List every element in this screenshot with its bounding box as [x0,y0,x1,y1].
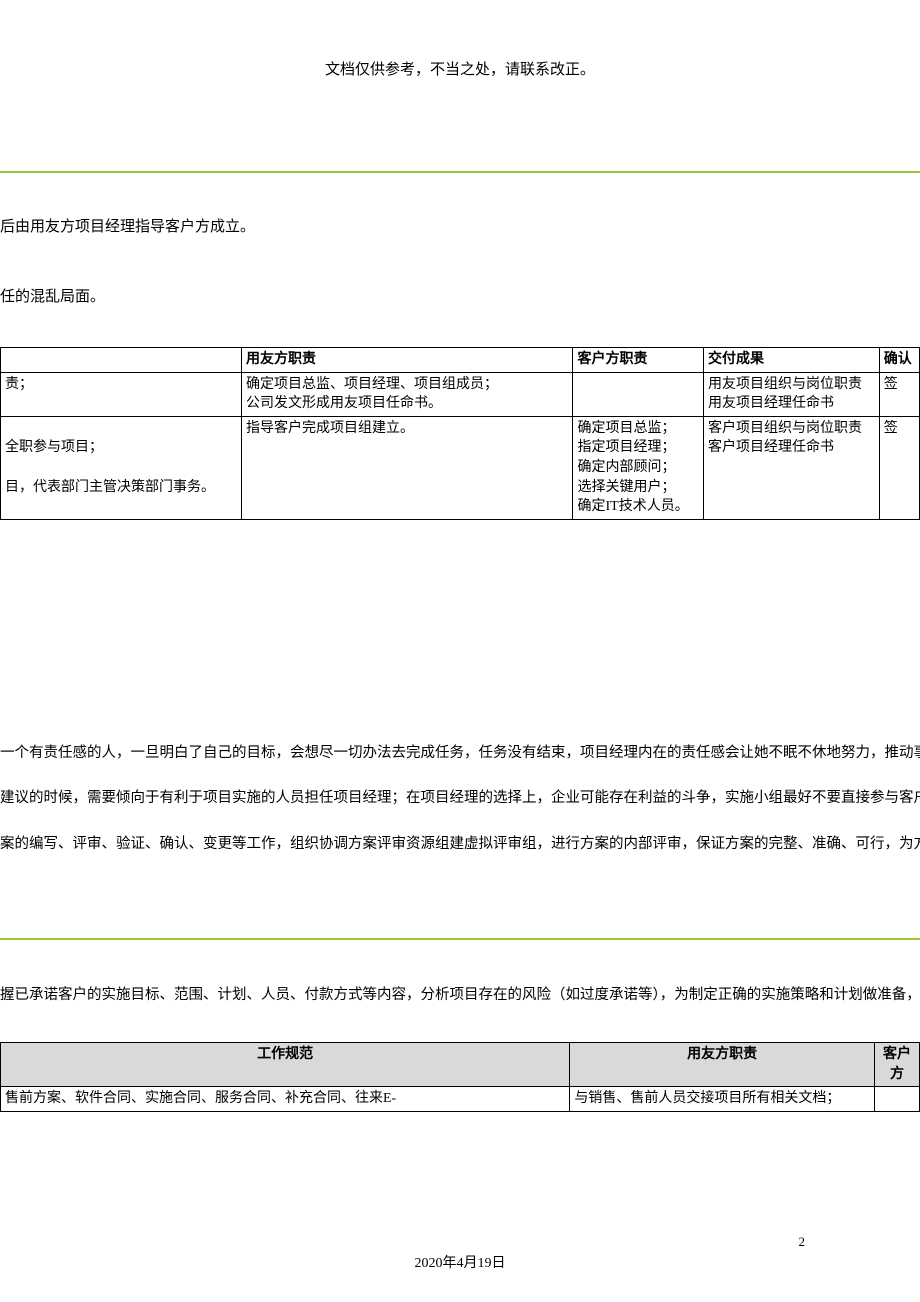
th-yonyou-2: 用友方职责 [570,1042,875,1086]
th-spec: 工作规范 [1,1042,570,1086]
table-row: 责； 确定项目总监、项目经理、项目组成员； 公司发文形成用友项目任命书。 用友项… [1,372,920,416]
table-row: 售前方案、软件合同、实施合同、服务合同、补充合同、往来E- 与销售、售前人员交接… [1,1087,920,1112]
th-blank [1,348,242,373]
th-client-2: 客户方 [875,1042,920,1086]
footer-date: 2020年4月19日 [0,1252,920,1272]
th-client: 客户方职责 [573,348,704,373]
cell: 确定项目总监、项目经理、项目组成员； 公司发文形成用友项目任命书。 [242,372,573,416]
divider-mid [0,938,920,940]
page-number: 2 [799,1234,806,1250]
body-para-1: 一个有责任感的人，一旦明白了自己的目标，会想尽一切办法去完成任务，任务没有结束，… [0,740,920,768]
cell [573,372,704,416]
cell: 签 [879,416,919,519]
responsibility-table-1: 用友方职责 客户方职责 交付成果 确认 责； 确定项目总监、项目经理、项目组成员… [0,347,920,520]
cell: 与销售、售前人员交接项目所有相关文档； [570,1087,875,1112]
th-deliverable: 交付成果 [704,348,880,373]
th-confirm: 确认 [879,348,919,373]
responsibility-table-2: 工作规范 用友方职责 客户方 售前方案、软件合同、实施合同、服务合同、补充合同、… [0,1042,920,1112]
table-header-row: 用友方职责 客户方职责 交付成果 确认 [1,348,920,373]
cell: 签 [879,372,919,416]
cell: 售前方案、软件合同、实施合同、服务合同、补充合同、往来E- [1,1087,570,1112]
cell: 指导客户完成项目组建立。 [242,416,573,519]
after-mid-para-1: 握已承诺客户的实施目标、范围、计划、人员、付款方式等内容，分析项目存在的风险（如… [0,982,920,1010]
cell: 客户项目组织与岗位职责 客户项目经理任命书 [704,416,880,519]
intro-line-1: 后由用友方项目经理指导客户方成立。 [0,215,920,239]
cell: 全职参与项目； 目，代表部门主管决策部门事务。 [1,416,242,519]
cell: 责； [1,372,242,416]
body-para-3: 案的编写、评审、验证、确认、变更等工作，组织协调方案评审资源组建虚拟评审组，进行… [0,831,920,859]
body-para-2: 建议的时候，需要倾向于有利于项目实施的人员担任项目经理；在项目经理的选择上，企业… [0,785,920,813]
table-header-row: 工作规范 用友方职责 客户方 [1,1042,920,1086]
th-yonyou: 用友方职责 [242,348,573,373]
divider-top [0,171,920,173]
header-notice: 文档仅供参考，不当之处，请联系改正。 [0,0,920,79]
cell [875,1087,920,1112]
cell: 确定项目总监； 指定项目经理； 确定内部顾问； 选择关键用户； 确定IT技术人员… [573,416,704,519]
cell: 用友项目组织与岗位职责 用友项目经理任命书 [704,372,880,416]
table-row: 全职参与项目； 目，代表部门主管决策部门事务。 指导客户完成项目组建立。 确定项… [1,416,920,519]
intro-line-2: 任的混乱局面。 [0,285,920,309]
